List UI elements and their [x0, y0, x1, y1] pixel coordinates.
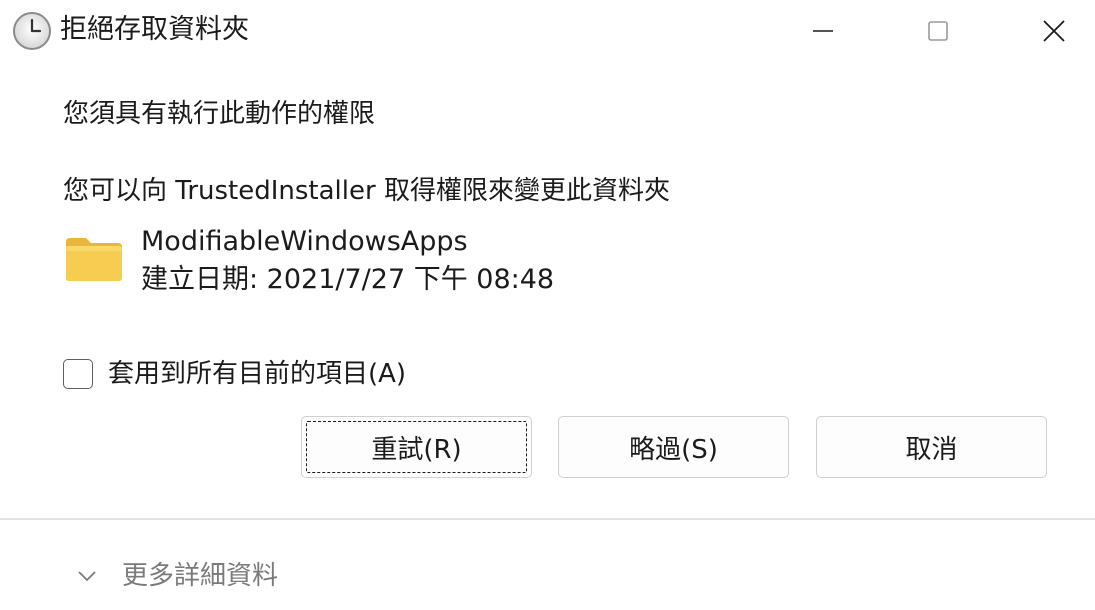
close-icon — [1043, 20, 1065, 42]
minimize-icon — [813, 30, 833, 32]
skip-button-label: 略過(S) — [629, 434, 718, 465]
close-button[interactable] — [1014, 0, 1094, 62]
retry-button[interactable]: 重試(R) — [301, 416, 532, 478]
folder-created-date: 建立日期: 2021/7/27 下午 08:48 — [141, 264, 555, 295]
footer-divider — [0, 518, 1095, 520]
minimize-button[interactable] — [783, 0, 863, 62]
apply-to-all-option[interactable]: 套用到所有目前的項目(A) — [63, 356, 406, 392]
skip-button[interactable]: 略過(S) — [558, 416, 789, 478]
cancel-button[interactable]: 取消 — [816, 416, 1047, 478]
apply-to-all-label[interactable]: 套用到所有目前的項目(A) — [108, 356, 406, 392]
more-details-label: 更多詳細資料 — [122, 561, 279, 591]
chevron-down-icon — [72, 561, 102, 591]
maximize-button[interactable] — [898, 0, 978, 62]
title-bar: 拒絕存取資料夾 — [0, 0, 1095, 62]
folder-name: ModifiableWindowsApps — [141, 226, 468, 257]
folder-icon — [64, 234, 124, 284]
clock-icon — [12, 11, 52, 51]
cancel-button-label: 取消 — [905, 434, 958, 465]
more-details-toggle[interactable]: 更多詳細資料 — [72, 556, 278, 596]
permission-message: 您須具有執行此動作的權限 — [63, 99, 376, 129]
retry-button-label: 重試(R) — [371, 434, 462, 465]
apply-to-all-checkbox[interactable] — [63, 359, 93, 389]
maximize-icon — [928, 21, 948, 41]
window-title: 拒絕存取資料夾 — [60, 14, 249, 45]
permission-hint: 您可以向 TrustedInstaller 取得權限來變更此資料夾 — [63, 176, 670, 206]
